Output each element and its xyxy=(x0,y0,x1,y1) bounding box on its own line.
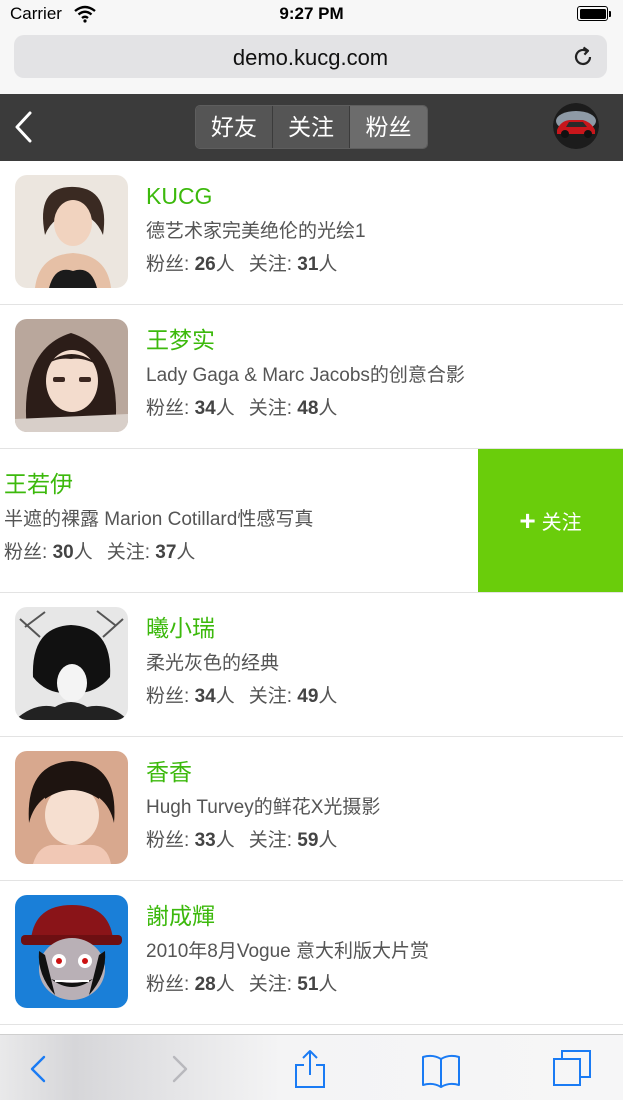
profile-photo xyxy=(15,175,128,288)
unit-label: 人 xyxy=(176,542,196,563)
browser-toolbar xyxy=(0,1034,623,1100)
user-description: 2010年8月Vogue 意大利版大片赏 xyxy=(146,941,430,962)
following-count: 49 xyxy=(297,686,319,707)
unit-label: 人 xyxy=(318,686,338,707)
user-description: Hugh Turvey的鲜花X光摄影 xyxy=(146,797,381,818)
user-stats: 粉丝: 26人 关注: 31人 xyxy=(146,249,366,281)
fans-count: 33 xyxy=(194,830,216,851)
unit-label: 人 xyxy=(73,542,93,563)
fans-label: 粉丝: xyxy=(146,686,190,707)
back-arrow-icon[interactable] xyxy=(12,109,36,145)
following-label: 关注: xyxy=(106,542,150,563)
user-name[interactable]: 王梦实 xyxy=(146,323,465,357)
user-description: 德艺术家完美绝伦的光绘1 xyxy=(146,221,366,242)
segmented-control: 好友 关注 粉丝 xyxy=(195,105,428,149)
unit-label: 人 xyxy=(215,974,235,995)
unit-label: 人 xyxy=(215,686,235,707)
profile-photo xyxy=(15,319,128,432)
following-count: 51 xyxy=(297,974,319,995)
tab-fans[interactable]: 粉丝 xyxy=(350,106,427,148)
browser-address-area: demo.kucg.com xyxy=(0,28,623,94)
unit-label: 人 xyxy=(318,974,338,995)
following-label: 关注: xyxy=(248,830,292,851)
user-description: Lady Gaga & Marc Jacobs的创意合影 xyxy=(146,365,465,386)
following-label: 关注: xyxy=(248,974,292,995)
fans-label: 粉丝: xyxy=(4,542,48,563)
unit-label: 人 xyxy=(318,398,338,419)
tabs-icon[interactable] xyxy=(552,1049,592,1089)
avatar[interactable] xyxy=(15,607,128,720)
user-description: 半遮的裸露 Marion Cotillard性感写真 xyxy=(4,509,314,530)
fans-count: 34 xyxy=(194,686,216,707)
user-stats: 粉丝: 34人 关注: 48人 xyxy=(146,393,465,425)
user-name[interactable]: 曦小瑞 xyxy=(146,611,337,645)
list-item[interactable]: KUCG 德艺术家完美绝伦的光绘1 粉丝: 26人 关注: 31人 xyxy=(0,161,623,305)
address-bar[interactable]: demo.kucg.com xyxy=(14,35,607,78)
fans-label: 粉丝: xyxy=(146,398,190,419)
following-count: 59 xyxy=(297,830,319,851)
following-count: 48 xyxy=(297,398,319,419)
follow-button-label: 关注 xyxy=(541,512,582,534)
app-header: 好友 关注 粉丝 xyxy=(0,94,623,161)
fans-list: KUCG 德艺术家完美绝伦的光绘1 粉丝: 26人 关注: 31人 王梦实 Lad… xyxy=(0,161,623,1034)
following-count: 37 xyxy=(155,542,177,563)
battery-icon xyxy=(577,6,611,21)
following-label: 关注: xyxy=(248,398,292,419)
share-icon[interactable] xyxy=(290,1049,330,1089)
avatar[interactable] xyxy=(15,751,128,864)
unit-label: 人 xyxy=(318,830,338,851)
following-count: 31 xyxy=(297,254,319,275)
avatar[interactable] xyxy=(15,895,128,1008)
user-description: 柔光灰色的经典 xyxy=(146,653,280,674)
list-item[interactable]: 王若伊 半遮的裸露 Marion Cotillard性感写真 粉丝: 30人 关注… xyxy=(0,449,623,593)
unit-label: 人 xyxy=(215,398,235,419)
user-stats: 粉丝: 34人 关注: 49人 xyxy=(146,681,337,713)
fans-count: 30 xyxy=(52,542,74,563)
user-name[interactable]: KUCG xyxy=(146,179,366,213)
user-avatar[interactable] xyxy=(553,103,599,149)
status-bar: Carrier 9:27 PM xyxy=(0,0,623,28)
unit-label: 人 xyxy=(215,254,235,275)
unit-label: 人 xyxy=(318,254,338,275)
browser-back-icon[interactable] xyxy=(20,1049,60,1089)
reload-icon[interactable] xyxy=(571,45,595,69)
user-stats: 粉丝: 33人 关注: 59人 xyxy=(146,825,380,857)
fans-count: 34 xyxy=(194,398,216,419)
browser-forward-icon[interactable] xyxy=(158,1049,198,1089)
profile-photo xyxy=(15,751,128,864)
user-name[interactable]: 王若伊 xyxy=(4,467,313,501)
unit-label: 人 xyxy=(215,830,235,851)
user-name[interactable]: 謝成輝 xyxy=(146,899,429,933)
tab-friends[interactable]: 好友 xyxy=(196,106,273,148)
user-stats: 粉丝: 30人 关注: 37人 xyxy=(4,537,313,569)
user-stats: 粉丝: 28人 关注: 51人 xyxy=(146,969,429,1001)
fans-label: 粉丝: xyxy=(146,974,190,995)
url-text: demo.kucg.com xyxy=(232,45,389,70)
list-item[interactable]: 香香 Hugh Turvey的鲜花X光摄影 粉丝: 33人 关注: 59人 xyxy=(0,737,623,881)
following-label: 关注: xyxy=(248,254,292,275)
fans-label: 粉丝: xyxy=(146,254,190,275)
following-label: 关注: xyxy=(248,686,292,707)
fans-count: 26 xyxy=(194,254,216,275)
clock: 9:27 PM xyxy=(279,4,344,23)
list-item[interactable]: 王梦实 Lady Gaga & Marc Jacobs的创意合影 粉丝: 34人… xyxy=(0,305,623,449)
profile-photo xyxy=(15,895,128,1008)
car-avatar-image xyxy=(553,103,599,149)
tab-following[interactable]: 关注 xyxy=(273,106,350,148)
list-item[interactable]: 謝成輝 2010年8月Vogue 意大利版大片赏 粉丝: 28人 关注: 51人 xyxy=(0,881,623,1025)
fans-count: 28 xyxy=(194,974,216,995)
profile-photo xyxy=(15,607,128,720)
follow-button[interactable]: + 关注 xyxy=(478,449,623,592)
bookmarks-icon[interactable] xyxy=(421,1049,461,1089)
plus-icon: + xyxy=(519,504,536,536)
user-name[interactable]: 香香 xyxy=(146,755,380,789)
avatar[interactable] xyxy=(15,319,128,432)
list-item[interactable]: 曦小瑞 柔光灰色的经典 粉丝: 34人 关注: 49人 xyxy=(0,593,623,737)
fans-label: 粉丝: xyxy=(146,830,190,851)
avatar[interactable] xyxy=(15,175,128,288)
